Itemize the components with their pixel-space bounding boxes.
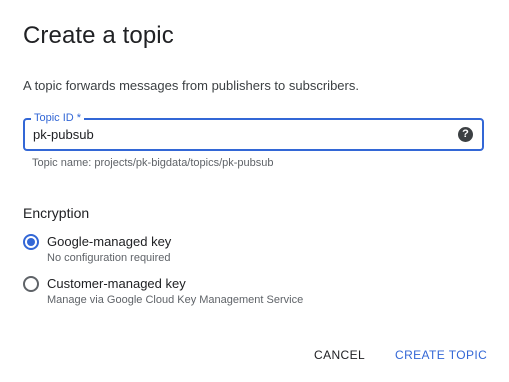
radio-unchecked-icon[interactable] — [23, 276, 39, 292]
topic-name-hint: Topic name: projects/pk-bigdata/topics/p… — [32, 157, 274, 169]
create-topic-dialog: Create a topic A topic forwards messages… — [0, 0, 509, 382]
dialog-title: Create a topic — [23, 22, 174, 49]
topic-id-input[interactable] — [33, 127, 453, 142]
help-circle-icon[interactable]: ? — [458, 127, 473, 142]
create-topic-button[interactable]: CREATE TOPIC — [395, 348, 487, 362]
topic-id-field[interactable]: Topic ID * ? — [23, 111, 484, 151]
topic-id-label: Topic ID * — [31, 111, 85, 125]
dialog-description: A topic forwards messages from publisher… — [23, 78, 359, 93]
google-managed-key-sublabel: No configuration required — [47, 252, 171, 264]
radio-checked-icon[interactable] — [23, 234, 39, 250]
customer-managed-key-sublabel: Manage via Google Cloud Key Management S… — [47, 294, 304, 306]
encryption-title: Encryption — [23, 205, 90, 221]
google-managed-key-label: Google-managed key — [47, 234, 172, 249]
customer-managed-key-label: Customer-managed key — [47, 276, 186, 291]
cancel-button[interactable]: CANCEL — [314, 348, 365, 362]
